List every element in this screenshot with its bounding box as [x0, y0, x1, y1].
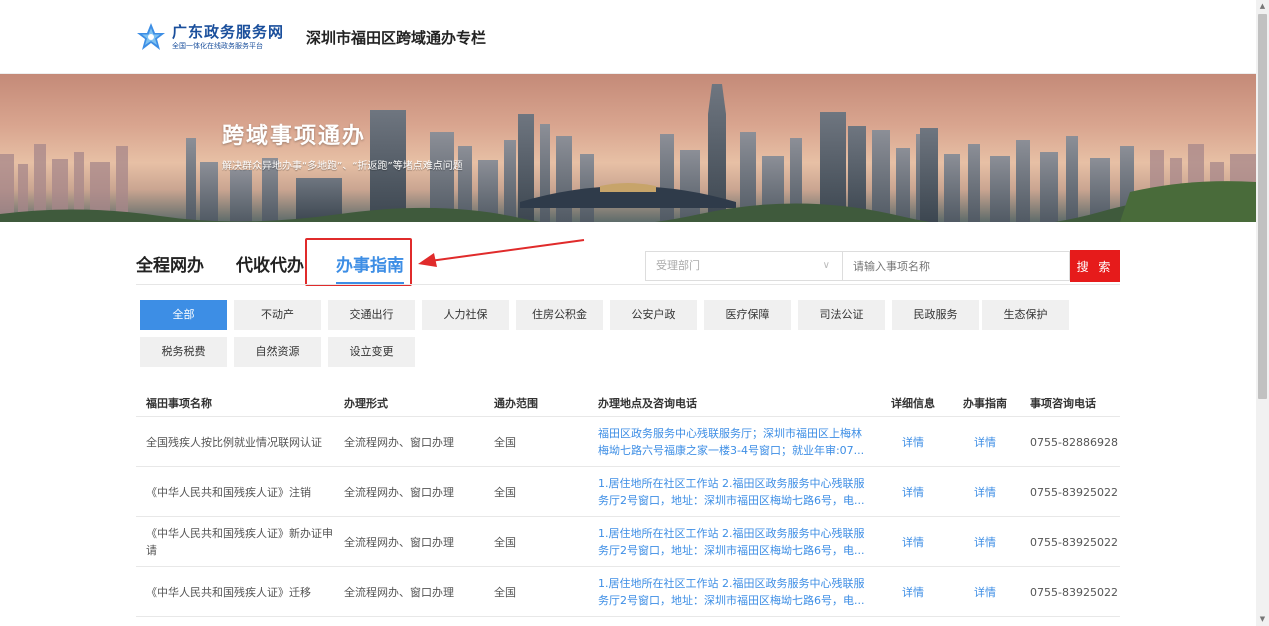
- tabs-divider: [136, 284, 1120, 285]
- column-header-detail: 详细信息: [891, 397, 935, 410]
- category-transport[interactable]: 交通出行: [328, 300, 415, 330]
- table-row: 《中华人民共和国残疾人证》迁移 全流程网办、窗口办理 全国 1.居住地所在社区工…: [136, 567, 1120, 617]
- city-skyline-image: [0, 84, 1256, 222]
- red-arrow-icon: [418, 239, 585, 267]
- row-service-address-text: 1.居住地所在社区工作站 2.福田区政务服务中心残联服务厅2号窗口，地址：深圳市…: [598, 527, 865, 557]
- department-select-value: 受理部门: [656, 259, 700, 272]
- page: 广东政务服务网 全国一体化在线政务服务平台 深圳市福田区跨域通办专栏 跨域事项通…: [0, 0, 1269, 626]
- category-social-security[interactable]: 人力社保: [422, 300, 509, 330]
- row-service-address[interactable]: 1.居住地所在社区工作站 2.福田区政务服务中心残联服务厅2号窗口，地址：深圳市…: [598, 567, 868, 617]
- row-service-address[interactable]: 福田区政务服务中心残联服务厅；深圳市福田区上梅林梅坳七路六号福康之家一楼3-4号…: [598, 417, 868, 467]
- tab-proxy[interactable]: 代收代办: [236, 254, 304, 284]
- table-header: 福田事项名称 办理形式 通办范围 办理地点及咨询电话 详细信息 办事指南 事项咨…: [136, 386, 1120, 417]
- logo-title: 广东政务服务网: [172, 22, 285, 41]
- table-row: 全国残疾人按比例就业情况联网认证 全流程网办、窗口办理 全国 福田区政务服务中心…: [136, 417, 1120, 467]
- category-notary[interactable]: 司法公证: [798, 300, 885, 330]
- row-detail-link[interactable]: 详情: [902, 467, 942, 517]
- search-input[interactable]: [843, 251, 1070, 281]
- row-service-form: 全流程网办、窗口办理: [344, 535, 454, 549]
- row-service-form: 全流程网办、窗口办理: [344, 435, 454, 449]
- row-service-name: 全国残疾人按比例就业情况联网认证: [146, 435, 322, 449]
- row-guide-link[interactable]: 详情: [974, 517, 1014, 567]
- row-phone: 0755-83925022: [1030, 535, 1118, 549]
- row-phone: 0755-83925022: [1030, 485, 1118, 499]
- department-select[interactable]: 受理部门 ∨: [645, 251, 843, 281]
- row-service-name: 《中华人民共和国残疾人证》迁移: [146, 585, 311, 599]
- scroll-down-arrow-icon[interactable]: ▼: [1256, 613, 1269, 626]
- row-service-name: 《中华人民共和国残疾人证》注销: [146, 485, 311, 499]
- row-service-scope: 全国: [494, 485, 516, 499]
- row-service-form: 全流程网办、窗口办理: [344, 585, 454, 599]
- category-ecology[interactable]: 生态保护: [982, 300, 1069, 330]
- row-phone: 0755-83925022: [1030, 585, 1118, 599]
- site-logo[interactable]: 广东政务服务网 全国一体化在线政务服务平台: [136, 22, 284, 52]
- service-table: 福田事项名称 办理形式 通办范围 办理地点及咨询电话 详细信息 办事指南 事项咨…: [136, 386, 1120, 617]
- column-header-phone: 事项咨询电话: [1030, 397, 1096, 410]
- row-service-name: 《中华人民共和国残疾人证》新办证申请: [146, 527, 333, 557]
- logo-subtitle: 全国一体化在线政务服务平台: [172, 41, 263, 50]
- category-household-registration[interactable]: 公安户政: [610, 300, 697, 330]
- row-service-address-text: 1.居住地所在社区工作站 2.福田区政务服务中心残联服务厅2号窗口，地址：深圳市…: [598, 577, 865, 607]
- chevron-down-icon: ∨: [822, 260, 830, 271]
- page-scrollbar[interactable]: ▲ ▼: [1256, 0, 1269, 626]
- category-real-estate[interactable]: 不动产: [234, 300, 321, 330]
- row-service-address-text: 福田区政务服务中心残联服务厅；深圳市福田区上梅林梅坳七路六号福康之家一楼3-4号…: [598, 427, 865, 457]
- hero-banner: 跨域事项通办 解决群众异地办事“多地跑”、“折返跑”等堵点难点问题: [0, 74, 1256, 222]
- row-guide-link[interactable]: 详情: [974, 467, 1014, 517]
- banner-subtitle: 解决群众异地办事“多地跑”、“折返跑”等堵点难点问题: [222, 161, 463, 172]
- row-service-address[interactable]: 1.居住地所在社区工作站 2.福田区政务服务中心残联服务厅2号窗口，地址：深圳市…: [598, 467, 868, 517]
- column-header-name: 福田事项名称: [146, 397, 212, 410]
- star-flower-logo-icon: [137, 23, 165, 50]
- row-detail-link[interactable]: 详情: [902, 567, 942, 617]
- row-service-address[interactable]: 1.居住地所在社区工作站 2.福田区政务服务中心残联服务厅2号窗口，地址：深圳市…: [598, 517, 868, 567]
- category-civil-affairs[interactable]: 民政服务: [892, 300, 979, 330]
- banner-title: 跨域事项通办: [222, 124, 367, 149]
- category-natural-resources[interactable]: 自然资源: [234, 337, 321, 367]
- tab-online[interactable]: 全程网办: [136, 254, 204, 284]
- row-service-form: 全流程网办、窗口办理: [344, 485, 454, 499]
- row-service-scope: 全国: [494, 435, 516, 449]
- category-housing-fund[interactable]: 住房公积金: [516, 300, 603, 330]
- table-row: 《中华人民共和国残疾人证》新办证申请 全流程网办、窗口办理 全国 1.居住地所在…: [136, 517, 1120, 567]
- row-service-address-text: 1.居住地所在社区工作站 2.福田区政务服务中心残联服务厅2号窗口，地址：深圳市…: [598, 477, 865, 507]
- search-button[interactable]: 搜 索: [1070, 250, 1120, 282]
- row-service-scope: 全国: [494, 535, 516, 549]
- page-title: 深圳市福田区跨域通办专栏: [306, 29, 487, 47]
- row-phone: 0755-82886928: [1030, 435, 1118, 449]
- row-guide-link[interactable]: 详情: [974, 567, 1014, 617]
- row-detail-link[interactable]: 详情: [902, 417, 942, 467]
- column-header-guide: 办事指南: [963, 397, 1007, 410]
- scroll-thumb[interactable]: [1258, 14, 1267, 399]
- row-detail-link[interactable]: 详情: [902, 517, 942, 567]
- category-registration-change[interactable]: 设立变更: [328, 337, 415, 367]
- row-guide-link[interactable]: 详情: [974, 417, 1014, 467]
- column-header-scope: 通办范围: [494, 397, 538, 410]
- table-row: 《中华人民共和国残疾人证》注销 全流程网办、窗口办理 全国 1.居住地所在社区工…: [136, 467, 1120, 517]
- tab-highlight-box: [305, 238, 412, 286]
- site-header: 广东政务服务网 全国一体化在线政务服务平台 深圳市福田区跨域通办专栏: [0, 0, 1256, 74]
- row-service-scope: 全国: [494, 585, 516, 599]
- column-header-form: 办理形式: [344, 397, 388, 410]
- category-all[interactable]: 全部: [140, 300, 227, 330]
- column-header-address: 办理地点及咨询电话: [598, 397, 697, 410]
- category-medical-insurance[interactable]: 医疗保障: [704, 300, 791, 330]
- scroll-up-arrow-icon[interactable]: ▲: [1256, 0, 1269, 13]
- category-tax[interactable]: 税务税费: [140, 337, 227, 367]
